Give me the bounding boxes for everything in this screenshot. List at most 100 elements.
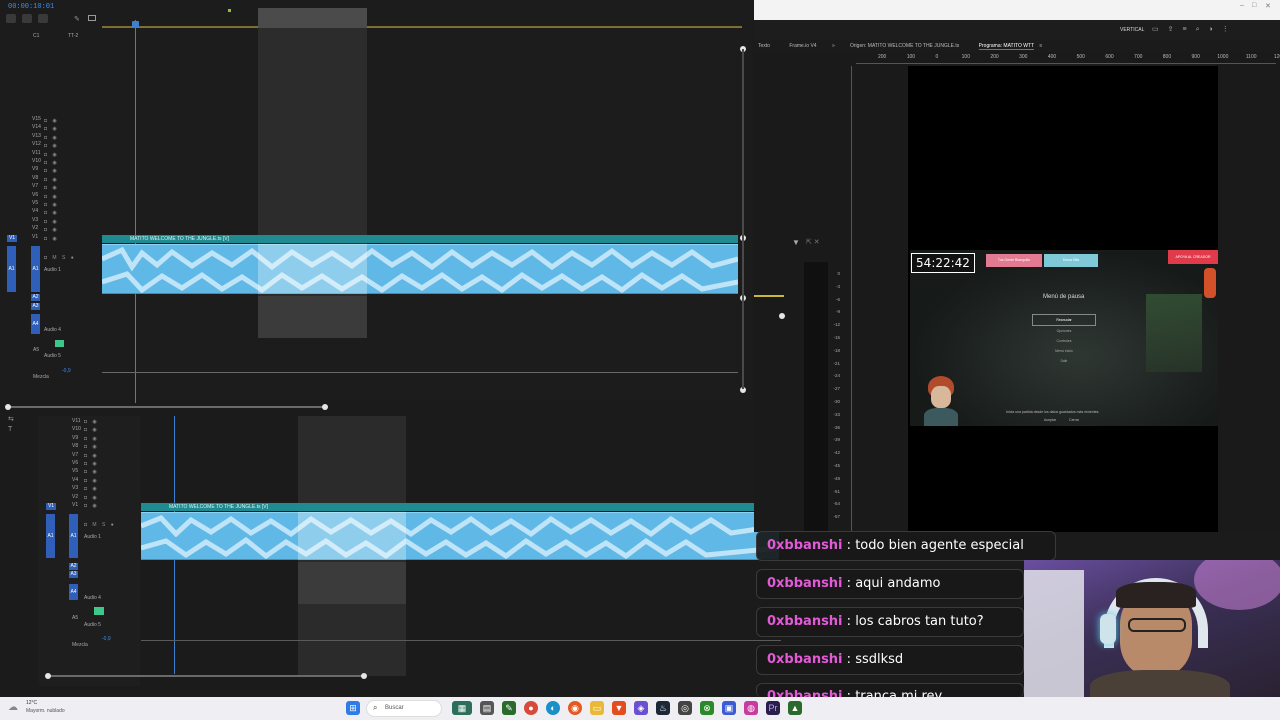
snap-tool-icon[interactable] xyxy=(6,14,16,23)
search-icon: ⌕ xyxy=(373,703,378,712)
link-tool-icon[interactable] xyxy=(22,14,32,23)
minimize-icon[interactable]: – xyxy=(1240,2,1244,9)
steam-icon[interactable]: ♨ xyxy=(656,701,670,715)
track-label: V2 xyxy=(72,493,79,500)
a4-badge[interactable]: A4 xyxy=(31,314,40,334)
a1-source-badge[interactable]: A1 xyxy=(7,246,16,292)
search-box[interactable]: ⌕ Buscar xyxy=(366,700,442,717)
a3-badge[interactable]: A3 xyxy=(31,303,40,310)
audio-clip[interactable] xyxy=(102,244,738,294)
ruler-tick: 600 xyxy=(1105,54,1114,60)
bottom-timeline-panel: ⇆ T V11 V10 V9 V8 V7 V6 V5 V4 V3 V2 V1 ◘… xyxy=(0,412,790,697)
firefox-icon[interactable]: ◉ xyxy=(568,701,582,715)
footer-close[interactable]: Cerrar xyxy=(1069,418,1079,422)
a2-badge[interactable]: A2 xyxy=(69,563,78,570)
hscroll-right-handle[interactable] xyxy=(361,673,367,679)
audio-clip[interactable] xyxy=(141,512,779,560)
meter-tick: -45 xyxy=(833,462,840,468)
captions-icon[interactable] xyxy=(88,15,96,21)
tab-texto[interactable]: Texto xyxy=(758,43,770,49)
app-icon-3[interactable]: ▣ xyxy=(722,701,736,715)
playhead-line[interactable] xyxy=(135,20,136,403)
mute-button-active[interactable] xyxy=(94,607,104,615)
hscroll-left-handle[interactable] xyxy=(5,404,11,410)
ruler-marker[interactable] xyxy=(228,9,231,12)
a1-source-badge[interactable]: A1 xyxy=(46,514,55,558)
lock-eye-icons[interactable]: ◘ ◉ ◘ ◉ ◘ ◉ ◘ ◉ ◘ ◉ ◘ ◉ ◘ ◉ ◘ ◉ ◘ ◉ ◘ ◉ ◘ ◉ ◘ ◉ ◘ ◉ ◘… xyxy=(44,117,64,243)
tabs-overflow-icon[interactable]: » xyxy=(832,43,835,49)
a2-badge[interactable]: A2 xyxy=(31,294,40,301)
vertical-scrollbar[interactable] xyxy=(742,49,744,389)
v1-source-badge[interactable]: V1 xyxy=(7,235,17,242)
widgets-icon[interactable]: ▦ xyxy=(452,701,472,715)
timecode[interactable]: 00:00:10:01 xyxy=(8,3,54,11)
a1-target-badge[interactable]: A1 xyxy=(31,246,40,292)
track-label: V13 xyxy=(32,132,41,139)
audio-ms-icons[interactable]: ◘ M S ● xyxy=(44,255,76,261)
premiere-icon[interactable]: Pr xyxy=(766,701,780,715)
xbox-icon[interactable]: ⊗ xyxy=(700,701,714,715)
a3-badge[interactable]: A3 xyxy=(69,571,78,578)
a1-target-badge[interactable]: A1 xyxy=(69,514,78,558)
task-view-icon[interactable]: ▤ xyxy=(480,701,494,715)
marker-tool-icon[interactable] xyxy=(38,14,48,23)
meter-tick: -51 xyxy=(833,488,840,494)
notepad-icon[interactable]: ✎ xyxy=(502,701,516,715)
audio-ms-icons[interactable]: ◘ M S ● xyxy=(84,522,116,528)
pause-menu-item[interactable]: Salir xyxy=(1032,356,1096,366)
in-out-range[interactable] xyxy=(258,8,367,28)
pause-menu-item[interactable]: Reanudar xyxy=(1032,314,1096,326)
chrome-icon[interactable]: ● xyxy=(524,701,538,715)
footer-accept[interactable]: Aceptar xyxy=(1044,418,1056,422)
vertical-label[interactable]: VERTICAL xyxy=(1120,27,1144,33)
video-clip-header[interactable]: MATITO WELCOME TO THE JUNGLE.ts [V] xyxy=(141,503,779,511)
playhead-head[interactable] xyxy=(132,21,139,28)
pause-menu-item[interactable]: Menú inicio xyxy=(1032,346,1096,356)
filter-icon[interactable]: ▼ xyxy=(792,238,800,247)
app-icon-5[interactable]: ▲ xyxy=(788,701,802,715)
audio-track-name: Audio 1 xyxy=(44,267,61,273)
horizontal-scrollbar[interactable] xyxy=(48,675,366,677)
horizontal-scrollbar[interactable] xyxy=(8,406,326,408)
app-icon-1[interactable]: ◈ xyxy=(634,701,648,715)
edge-icon[interactable]: ◐ xyxy=(546,701,560,715)
ruler-tick: 1200 xyxy=(1273,54,1280,60)
time-ruler[interactable] xyxy=(102,8,742,28)
app-icon-4[interactable]: ◍ xyxy=(744,701,758,715)
toolbar-icons[interactable]: ▭⇪≡⌕◑⋮ xyxy=(1152,25,1238,34)
a4-badge[interactable]: A4 xyxy=(69,584,78,600)
app-icon-2[interactable]: ◎ xyxy=(678,701,692,715)
text-tool-icon[interactable]: T xyxy=(8,426,12,433)
tab-program-monitor[interactable]: Programa: MATITO WTT xyxy=(978,43,1034,50)
files-icon[interactable]: ▭ xyxy=(590,701,604,715)
panel-actions-icon[interactable]: ⇱ ✕ xyxy=(806,238,820,246)
weather-widget[interactable]: 12°C Mayorm. nublado ☁ xyxy=(6,700,66,718)
tab-frameio[interactable]: Frame.io V4 xyxy=(789,43,816,49)
close-icon[interactable]: ✕ xyxy=(1265,2,1271,10)
v1-source-badge[interactable]: V1 xyxy=(46,503,56,510)
meter-tick: -18 xyxy=(833,347,840,353)
maximize-icon[interactable]: □ xyxy=(1252,2,1256,9)
pause-menu-item[interactable]: Controles xyxy=(1032,336,1096,346)
mix-value[interactable]: -0,9 xyxy=(62,368,71,374)
lock-eye-icons[interactable]: ◘ ◉ ◘ ◉ ◘ ◉ ◘ ◉ ◘ ◉ ◘ ◉ ◘ ◉ ◘ ◉ ◘ ◉ ◘ ◉ ◘ ◉ xyxy=(84,418,104,510)
track-label: V3 xyxy=(32,216,39,223)
track-label: V6 xyxy=(72,460,79,466)
razor-tool-icon[interactable]: ⇆ xyxy=(8,415,14,423)
hscroll-right-handle[interactable] xyxy=(322,404,328,410)
work-area-bar[interactable] xyxy=(102,26,742,28)
mix-value[interactable]: -0,9 xyxy=(102,636,111,642)
pause-menu: Reanudar Opciones Controles Menú inicio … xyxy=(1032,314,1096,366)
wrench-icon[interactable]: ✎ xyxy=(74,15,80,23)
meter-tick: -6 xyxy=(835,296,840,302)
pause-menu-item[interactable]: Opciones xyxy=(1032,326,1096,336)
meter-handle[interactable] xyxy=(779,313,785,319)
start-icon[interactable]: ⊞ xyxy=(346,701,360,715)
tab-menu-icon[interactable]: ≡ xyxy=(1039,43,1042,49)
tab-source-monitor[interactable]: Origen: MATITO WELCOME TO THE JUNGLE.ts xyxy=(850,43,959,49)
panel-tabs-left: Texto Frame.io V4 » xyxy=(758,41,835,51)
mute-button-active[interactable] xyxy=(55,340,64,347)
brave-icon[interactable]: ▼ xyxy=(612,701,626,715)
video-clip-header[interactable]: MATITO WELCOME TO THE JUNGLE.ts [V] xyxy=(102,235,738,243)
hscroll-left-handle[interactable] xyxy=(45,673,51,679)
